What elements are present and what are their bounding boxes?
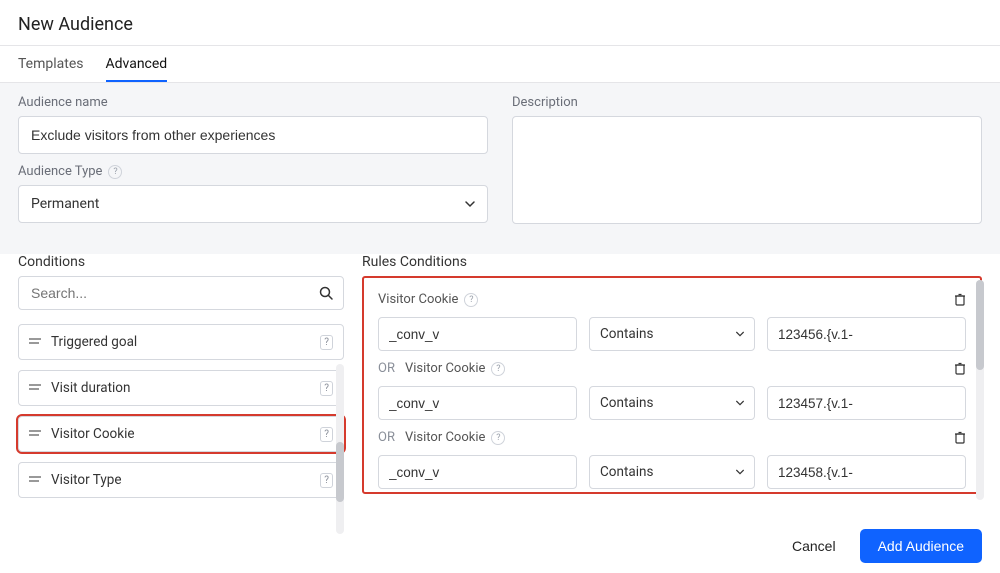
cookie-name-input[interactable]	[378, 317, 577, 351]
cookie-value-input[interactable]	[767, 455, 966, 489]
condition-item[interactable]: Visit duration?	[18, 370, 344, 406]
add-audience-button[interactable]: Add Audience	[860, 529, 982, 563]
condition-label: Visit duration	[51, 380, 130, 396]
add-condition-icon[interactable]: ?	[320, 473, 333, 488]
condition-item[interactable]: Visitor Type?	[18, 462, 344, 498]
cancel-button[interactable]: Cancel	[786, 530, 842, 562]
conditions-title: Conditions	[18, 254, 344, 270]
audience-type-select[interactable]: Permanent	[18, 185, 488, 223]
trash-icon[interactable]	[954, 293, 966, 306]
cookie-value-input[interactable]	[767, 317, 966, 351]
tabs: Templates Advanced	[0, 46, 1000, 83]
conditions-scrollbar[interactable]	[336, 364, 344, 534]
audience-name-label: Audience name	[18, 95, 488, 110]
page-title: New Audience	[0, 0, 1000, 45]
rule-group-label: Visitor Cookie	[405, 361, 485, 376]
audience-name-input[interactable]	[18, 116, 488, 154]
cookie-value-input[interactable]	[767, 386, 966, 420]
operator-select[interactable]: Contains	[589, 455, 755, 489]
tab-advanced[interactable]: Advanced	[106, 56, 168, 82]
audience-type-label: Audience Type ?	[18, 164, 488, 179]
operator-select[interactable]: Contains	[589, 317, 755, 351]
presets-icon	[29, 383, 43, 393]
presets-icon	[29, 475, 43, 485]
cookie-name-input[interactable]	[378, 455, 577, 489]
form-area: Audience name Audience Type ? Permanent …	[0, 83, 1000, 254]
trash-icon[interactable]	[954, 362, 966, 375]
condition-label: Visitor Type	[51, 472, 121, 488]
rule-row: Contains	[378, 455, 966, 489]
condition-label: Visitor Cookie	[51, 426, 135, 442]
rule-group-label: Visitor Cookie	[378, 292, 458, 307]
help-icon[interactable]: ?	[464, 293, 478, 307]
condition-item[interactable]: Triggered goal?	[18, 324, 344, 360]
help-icon[interactable]: ?	[491, 362, 505, 376]
condition-item[interactable]: Visitor Cookie?	[18, 416, 344, 452]
help-icon[interactable]: ?	[491, 431, 505, 445]
help-icon[interactable]: ?	[108, 165, 122, 179]
presets-icon	[29, 337, 43, 347]
conditions-search-input[interactable]	[18, 276, 344, 310]
tab-templates[interactable]: Templates	[18, 56, 84, 82]
rules-scrollbar[interactable]	[976, 280, 984, 500]
rule-group-label: Visitor Cookie	[405, 430, 485, 445]
add-condition-icon[interactable]: ?	[320, 427, 333, 442]
operator-select[interactable]: Contains	[589, 386, 755, 420]
rules-box: Visitor Cookie? Contains OR Visitor Cookie?…	[362, 276, 982, 494]
cookie-name-input[interactable]	[378, 386, 577, 420]
rules-title: Rules Conditions	[362, 254, 982, 270]
presets-icon	[29, 429, 43, 439]
or-label: OR	[378, 361, 395, 376]
rule-row: Contains	[378, 386, 966, 420]
or-label: OR	[378, 430, 395, 445]
rule-row: Contains	[378, 317, 966, 351]
search-icon	[318, 285, 334, 301]
add-condition-icon[interactable]: ?	[320, 381, 333, 396]
description-label: Description	[512, 95, 982, 110]
add-condition-icon[interactable]: ?	[320, 335, 333, 350]
description-textarea[interactable]	[512, 116, 982, 224]
trash-icon[interactable]	[954, 431, 966, 444]
condition-label: Triggered goal	[51, 334, 137, 350]
